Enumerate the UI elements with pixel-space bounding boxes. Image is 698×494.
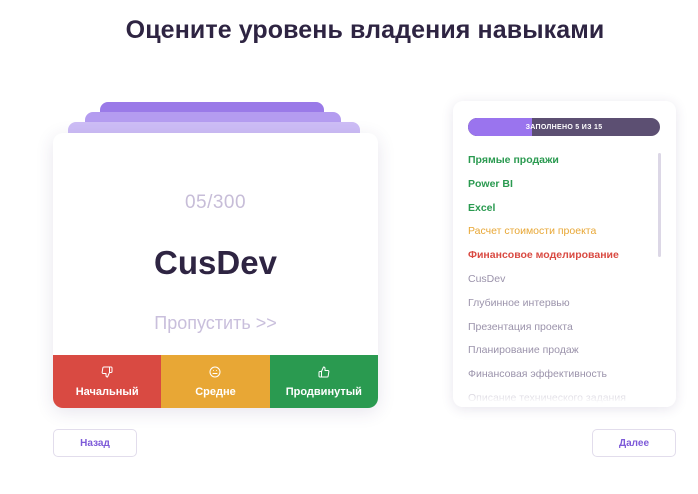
skill-list: Прямые продажи Power BI Excel Расчет стоимо…	[468, 153, 653, 407]
level-medium-label: Средне	[195, 385, 236, 398]
list-fade	[453, 381, 676, 407]
progress-bar: ЗАПОЛНЕНО 5 ИЗ 15	[468, 118, 660, 136]
skill-name: CusDev	[154, 244, 277, 281]
thumbs-up-icon	[318, 366, 330, 386]
page-title: Оцените уровень владения навыками	[125, 16, 605, 44]
scrollbar[interactable]	[658, 153, 661, 257]
skill-list-item[interactable]: Планирование продаж	[468, 343, 653, 367]
level-beginner-label: Начальный	[75, 385, 139, 398]
skill-counter: 05/300	[184, 192, 247, 213]
skill-list-item[interactable]: Глубинное интервью	[468, 296, 653, 320]
skills-panel: ЗАПОЛНЕНО 5 ИЗ 15 Прямые продажи Power BI…	[453, 101, 676, 407]
neutral-face-icon	[209, 366, 221, 386]
thumbs-down-icon	[101, 366, 113, 386]
skill-list-item[interactable]: Презентация проекта	[468, 320, 653, 344]
skill-list-item[interactable]: Расчет стоимости проекта	[468, 224, 653, 248]
level-medium-button[interactable]: Средне	[161, 355, 270, 408]
skill-list-item[interactable]: CusDev	[468, 272, 653, 296]
progress-label: ЗАПОЛНЕНО 5 ИЗ 15	[525, 123, 603, 131]
skill-list-item[interactable]: Excel	[468, 201, 653, 225]
level-beginner-button[interactable]: Начальный	[53, 355, 162, 408]
level-advanced-label: Продвинутый	[285, 385, 362, 398]
level-advanced-button[interactable]: Продвинутый	[269, 355, 378, 408]
level-buttons: Начальный Средне Продвинутый	[53, 355, 378, 408]
next-button[interactable]: Далее	[592, 429, 676, 457]
skill-card: 05/300 CusDev Пропустить >> Начальный Ср…	[53, 133, 378, 408]
skill-list-item[interactable]: Прямые продажи	[468, 153, 653, 177]
skill-list-item[interactable]: Финансовое моделирование	[468, 248, 653, 272]
back-button[interactable]: Назад	[53, 429, 137, 457]
skip-link[interactable]: Пропустить >>	[53, 313, 378, 334]
skill-list-item[interactable]: Power BI	[468, 177, 653, 201]
